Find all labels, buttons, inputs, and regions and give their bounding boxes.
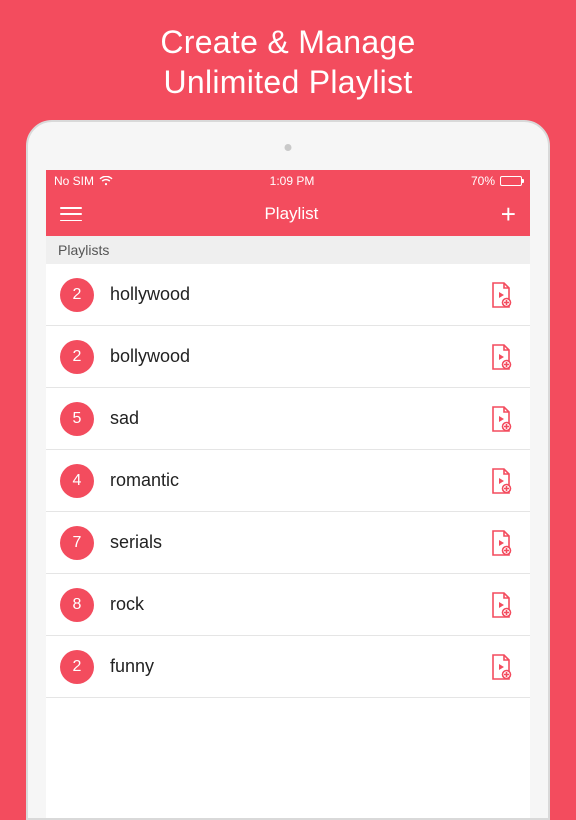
add-to-playlist-icon[interactable] bbox=[486, 652, 516, 682]
add-to-playlist-icon[interactable] bbox=[486, 280, 516, 310]
add-to-playlist-icon[interactable] bbox=[486, 342, 516, 372]
playlist-row[interactable]: 8rock bbox=[46, 574, 530, 636]
menu-button[interactable] bbox=[60, 207, 82, 221]
playlist-row[interactable]: 2hollywood bbox=[46, 264, 530, 326]
count-badge: 5 bbox=[60, 402, 94, 436]
add-to-playlist-icon[interactable] bbox=[486, 528, 516, 558]
playlist-row[interactable]: 5sad bbox=[46, 388, 530, 450]
app-screen: No SIM 1:09 PM 70% Playlist + Playlists … bbox=[46, 170, 530, 818]
device-camera bbox=[285, 144, 292, 151]
count-badge: 4 bbox=[60, 464, 94, 498]
count-badge: 8 bbox=[60, 588, 94, 622]
playlist-name: rock bbox=[94, 594, 486, 615]
count-badge: 2 bbox=[60, 340, 94, 374]
playlist-name: funny bbox=[94, 656, 486, 677]
playlist-name: hollywood bbox=[94, 284, 486, 305]
playlist-row[interactable]: 7serials bbox=[46, 512, 530, 574]
promo-line-1: Create & Manage bbox=[20, 22, 556, 62]
nav-bar: Playlist + bbox=[46, 192, 530, 236]
add-to-playlist-icon[interactable] bbox=[486, 466, 516, 496]
playlist-row[interactable]: 4romantic bbox=[46, 450, 530, 512]
count-badge: 2 bbox=[60, 650, 94, 684]
status-right: 70% bbox=[471, 174, 522, 188]
carrier-label: No SIM bbox=[54, 174, 94, 188]
status-bar: No SIM 1:09 PM 70% bbox=[46, 170, 530, 192]
nav-title: Playlist bbox=[264, 204, 318, 224]
device-frame: No SIM 1:09 PM 70% Playlist + Playlists … bbox=[26, 120, 550, 820]
playlist-name: romantic bbox=[94, 470, 486, 491]
promo-line-2: Unlimited Playlist bbox=[20, 62, 556, 102]
battery-icon bbox=[500, 176, 522, 186]
section-header: Playlists bbox=[46, 236, 530, 264]
wifi-icon bbox=[99, 176, 113, 186]
playlist-row[interactable]: 2bollywood bbox=[46, 326, 530, 388]
add-to-playlist-icon[interactable] bbox=[486, 404, 516, 434]
status-left: No SIM bbox=[54, 174, 113, 188]
count-badge: 7 bbox=[60, 526, 94, 560]
playlist-list: 2hollywood2bollywood5sad4romantic7serial… bbox=[46, 264, 530, 818]
promo-title: Create & Manage Unlimited Playlist bbox=[0, 0, 576, 120]
playlist-name: sad bbox=[94, 408, 486, 429]
battery-percent: 70% bbox=[471, 174, 495, 188]
playlist-name: bollywood bbox=[94, 346, 486, 367]
status-time: 1:09 PM bbox=[270, 174, 315, 188]
playlist-row[interactable]: 2funny bbox=[46, 636, 530, 698]
count-badge: 2 bbox=[60, 278, 94, 312]
add-button[interactable]: + bbox=[501, 201, 516, 227]
playlist-name: serials bbox=[94, 532, 486, 553]
add-to-playlist-icon[interactable] bbox=[486, 590, 516, 620]
